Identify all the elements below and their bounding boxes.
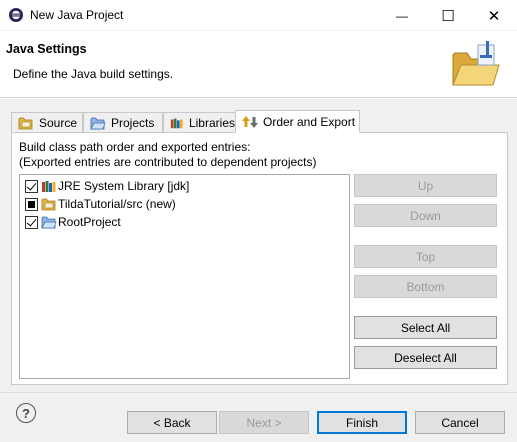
source-folder-icon <box>18 117 33 129</box>
tab-projects[interactable]: Projects <box>83 112 163 132</box>
deselect-all-button[interactable]: Deselect All <box>354 346 497 369</box>
tab-source[interactable]: Source <box>11 112 83 132</box>
bottom-button[interactable]: Bottom <box>354 275 497 298</box>
projects-folder-icon <box>90 117 106 129</box>
page-title: Java Settings <box>6 42 87 56</box>
help-icon[interactable]: ? <box>16 403 36 423</box>
down-button[interactable]: Down <box>354 204 497 227</box>
wizard-footer: ? < Back Next > Finish Cancel <box>0 392 517 442</box>
source-folder-icon <box>41 198 56 211</box>
minimize-button[interactable]: — <box>379 0 425 31</box>
minimize-icon: — <box>396 8 408 23</box>
tab-libraries-label: Libraries <box>188 115 235 130</box>
title-bar: New Java Project — ☐ ✕ <box>0 0 517 31</box>
list-item-tildatutorial-src[interactable]: TildaTutorial/src (new) <box>25 195 176 213</box>
entry-checkbox[interactable] <box>25 197 38 211</box>
up-button[interactable]: Up <box>354 174 497 197</box>
top-button[interactable]: Top <box>354 245 497 268</box>
tab-projects-label: Projects <box>111 115 155 130</box>
page-description: Define the Java build settings. <box>13 67 174 81</box>
maximize-icon: ☐ <box>441 7 455 25</box>
tab-order-and-export-label: Order and Export <box>263 114 356 129</box>
window-title: New Java Project <box>30 8 124 22</box>
eclipse-app-icon <box>9 8 23 22</box>
entry-label: RootProject <box>58 215 121 229</box>
libraries-icon <box>170 118 183 128</box>
maximize-button[interactable]: ☐ <box>425 0 471 31</box>
cancel-button[interactable]: Cancel <box>415 411 505 434</box>
entry-checkbox[interactable] <box>25 179 38 193</box>
tab-source-label: Source <box>39 115 78 130</box>
order-export-icon <box>242 115 258 128</box>
close-button[interactable]: ✕ <box>471 0 517 31</box>
entry-label: TildaTutorial/src (new) <box>58 197 176 211</box>
list-item-jre-system-library[interactable]: JRE System Library [jdk] <box>25 177 189 195</box>
entry-checkbox[interactable] <box>25 215 38 229</box>
entry-label: JRE System Library [jdk] <box>58 179 190 193</box>
jre-library-icon <box>42 181 56 192</box>
order-and-export-panel: Build class path order and exported entr… <box>11 132 508 385</box>
list-item-rootproject[interactable]: RootProject <box>25 213 121 231</box>
tab-libraries[interactable]: Libraries <box>163 112 236 132</box>
tab-order-and-export[interactable]: Order and Export <box>235 110 360 133</box>
close-icon: ✕ <box>487 7 501 25</box>
panel-description-line2: (Exported entries are contributed to dep… <box>19 155 317 169</box>
panel-description-line1: Build class path order and exported entr… <box>19 140 251 154</box>
java-settings-folder-icon <box>452 41 500 86</box>
classpath-entries-list[interactable]: JRE System Library [jdk] TildaTutorial/s… <box>19 174 350 379</box>
select-all-button[interactable]: Select All <box>354 316 497 339</box>
back-button[interactable]: < Back <box>127 411 217 434</box>
finish-button[interactable]: Finish <box>317 411 407 434</box>
wizard-header: Java Settings Define the Java build sett… <box>0 31 517 98</box>
project-folder-icon <box>41 216 57 229</box>
panel-description: Build class path order and exported entr… <box>19 140 317 170</box>
next-button[interactable]: Next > <box>219 411 309 434</box>
